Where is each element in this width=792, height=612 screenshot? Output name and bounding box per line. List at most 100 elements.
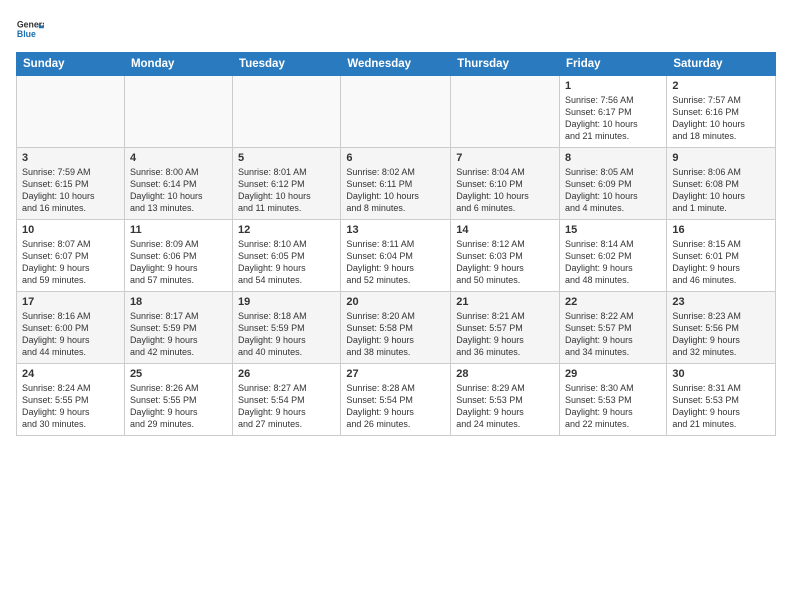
day-cell: 11 Sunrise: 8:09 AM Sunset: 6:06 PM Dayli…: [124, 220, 232, 292]
day-number: 4: [130, 152, 227, 164]
day-number: 7: [456, 152, 554, 164]
day-cell: [17, 76, 125, 148]
week-row-3: 10 Sunrise: 8:07 AM Sunset: 6:07 PM Dayli…: [17, 220, 776, 292]
day-cell: 23 Sunrise: 8:23 AM Sunset: 5:56 PM Dayli…: [667, 292, 776, 364]
day-info: Sunrise: 8:14 AM Sunset: 6:02 PM Dayligh…: [565, 238, 661, 287]
day-cell: 30 Sunrise: 8:31 AM Sunset: 5:53 PM Dayli…: [667, 364, 776, 436]
day-number: 25: [130, 368, 227, 380]
day-info: Sunrise: 8:06 AM Sunset: 6:08 PM Dayligh…: [672, 166, 770, 215]
logo-icon: General Blue: [16, 16, 44, 44]
day-info: Sunrise: 8:21 AM Sunset: 5:57 PM Dayligh…: [456, 310, 554, 359]
day-cell: 25 Sunrise: 8:26 AM Sunset: 5:55 PM Dayli…: [124, 364, 232, 436]
day-cell: 17Sunrise: 8:16 AM Sunset: 6:00 PM Dayli…: [17, 292, 125, 364]
day-number: 23: [672, 296, 770, 308]
day-cell: 19 Sunrise: 8:18 AM Sunset: 5:59 PM Dayli…: [233, 292, 341, 364]
day-number: 29: [565, 368, 661, 380]
day-cell: 21 Sunrise: 8:21 AM Sunset: 5:57 PM Dayli…: [451, 292, 560, 364]
day-info: Sunrise: 8:23 AM Sunset: 5:56 PM Dayligh…: [672, 310, 770, 359]
day-number: 5: [238, 152, 335, 164]
day-cell: [451, 76, 560, 148]
day-cell: 16 Sunrise: 8:15 AM Sunset: 6:01 PM Dayli…: [667, 220, 776, 292]
day-number: 17: [22, 296, 119, 308]
day-cell: 9 Sunrise: 8:06 AM Sunset: 6:08 PM Daylig…: [667, 148, 776, 220]
day-cell: 10 Sunrise: 8:07 AM Sunset: 6:07 PM Dayli…: [17, 220, 125, 292]
calendar-body: 1Sunrise: 7:56 AM Sunset: 6:17 PM Daylig…: [17, 76, 776, 436]
day-number: 14: [456, 224, 554, 236]
day-info: Sunrise: 7:56 AM Sunset: 6:17 PM Dayligh…: [565, 94, 661, 143]
day-cell: [124, 76, 232, 148]
day-number: 30: [672, 368, 770, 380]
day-info: Sunrise: 8:09 AM Sunset: 6:06 PM Dayligh…: [130, 238, 227, 287]
day-cell: 24 Sunrise: 8:24 AM Sunset: 5:55 PM Dayli…: [17, 364, 125, 436]
day-info: Sunrise: 8:31 AM Sunset: 5:53 PM Dayligh…: [672, 382, 770, 431]
logo: General Blue: [16, 16, 44, 44]
day-cell: [233, 76, 341, 148]
day-number: 13: [346, 224, 445, 236]
svg-text:Blue: Blue: [17, 29, 36, 39]
day-info: Sunrise: 8:24 AM Sunset: 5:55 PM Dayligh…: [22, 382, 119, 431]
week-row-5: 24 Sunrise: 8:24 AM Sunset: 5:55 PM Dayli…: [17, 364, 776, 436]
day-number: 19: [238, 296, 335, 308]
day-cell: 8 Sunrise: 8:05 AM Sunset: 6:09 PM Daylig…: [560, 148, 667, 220]
header-cell-friday: Friday: [560, 53, 667, 76]
day-info: Sunrise: 8:20 AM Sunset: 5:58 PM Dayligh…: [346, 310, 445, 359]
day-number: 11: [130, 224, 227, 236]
day-cell: 26 Sunrise: 8:27 AM Sunset: 5:54 PM Dayli…: [233, 364, 341, 436]
day-info: Sunrise: 8:17 AM Sunset: 5:59 PM Dayligh…: [130, 310, 227, 359]
day-cell: 6 Sunrise: 8:02 AM Sunset: 6:11 PM Daylig…: [341, 148, 451, 220]
day-info: Sunrise: 8:15 AM Sunset: 6:01 PM Dayligh…: [672, 238, 770, 287]
calendar-table: SundayMondayTuesdayWednesdayThursdayFrid…: [16, 52, 776, 436]
day-cell: 7 Sunrise: 8:04 AM Sunset: 6:10 PM Daylig…: [451, 148, 560, 220]
day-number: 3: [22, 152, 119, 164]
day-cell: 14 Sunrise: 8:12 AM Sunset: 6:03 PM Dayli…: [451, 220, 560, 292]
day-cell: 4Sunrise: 8:00 AM Sunset: 6:14 PM Daylig…: [124, 148, 232, 220]
day-number: 2: [672, 80, 770, 92]
day-number: 8: [565, 152, 661, 164]
day-cell: 20Sunrise: 8:20 AM Sunset: 5:58 PM Dayli…: [341, 292, 451, 364]
day-cell: 28 Sunrise: 8:29 AM Sunset: 5:53 PM Dayli…: [451, 364, 560, 436]
day-cell: 12Sunrise: 8:10 AM Sunset: 6:05 PM Dayli…: [233, 220, 341, 292]
day-info: Sunrise: 8:04 AM Sunset: 6:10 PM Dayligh…: [456, 166, 554, 215]
day-number: 15: [565, 224, 661, 236]
header-cell-saturday: Saturday: [667, 53, 776, 76]
week-row-4: 17Sunrise: 8:16 AM Sunset: 6:00 PM Dayli…: [17, 292, 776, 364]
day-info: Sunrise: 8:29 AM Sunset: 5:53 PM Dayligh…: [456, 382, 554, 431]
day-info: Sunrise: 8:18 AM Sunset: 5:59 PM Dayligh…: [238, 310, 335, 359]
day-cell: 3Sunrise: 7:59 AM Sunset: 6:15 PM Daylig…: [17, 148, 125, 220]
day-info: Sunrise: 8:01 AM Sunset: 6:12 PM Dayligh…: [238, 166, 335, 215]
page-header: General Blue: [16, 16, 776, 44]
day-number: 26: [238, 368, 335, 380]
header-cell-monday: Monday: [124, 53, 232, 76]
day-info: Sunrise: 8:26 AM Sunset: 5:55 PM Dayligh…: [130, 382, 227, 431]
day-info: Sunrise: 8:12 AM Sunset: 6:03 PM Dayligh…: [456, 238, 554, 287]
day-info: Sunrise: 8:02 AM Sunset: 6:11 PM Dayligh…: [346, 166, 445, 215]
day-cell: 29 Sunrise: 8:30 AM Sunset: 5:53 PM Dayli…: [560, 364, 667, 436]
day-info: Sunrise: 8:28 AM Sunset: 5:54 PM Dayligh…: [346, 382, 445, 431]
header-cell-tuesday: Tuesday: [233, 53, 341, 76]
header-cell-thursday: Thursday: [451, 53, 560, 76]
day-number: 10: [22, 224, 119, 236]
day-number: 21: [456, 296, 554, 308]
day-info: Sunrise: 8:07 AM Sunset: 6:07 PM Dayligh…: [22, 238, 119, 287]
day-number: 9: [672, 152, 770, 164]
day-info: Sunrise: 8:30 AM Sunset: 5:53 PM Dayligh…: [565, 382, 661, 431]
day-cell: 5 Sunrise: 8:01 AM Sunset: 6:12 PM Daylig…: [233, 148, 341, 220]
day-info: Sunrise: 8:05 AM Sunset: 6:09 PM Dayligh…: [565, 166, 661, 215]
week-row-1: 1Sunrise: 7:56 AM Sunset: 6:17 PM Daylig…: [17, 76, 776, 148]
day-cell: 15 Sunrise: 8:14 AM Sunset: 6:02 PM Dayli…: [560, 220, 667, 292]
day-cell: 2Sunrise: 7:57 AM Sunset: 6:16 PM Daylig…: [667, 76, 776, 148]
day-cell: 22 Sunrise: 8:22 AM Sunset: 5:57 PM Dayli…: [560, 292, 667, 364]
day-info: Sunrise: 8:10 AM Sunset: 6:05 PM Dayligh…: [238, 238, 335, 287]
day-number: 22: [565, 296, 661, 308]
day-cell: 13Sunrise: 8:11 AM Sunset: 6:04 PM Dayli…: [341, 220, 451, 292]
day-cell: 27Sunrise: 8:28 AM Sunset: 5:54 PM Dayli…: [341, 364, 451, 436]
day-info: Sunrise: 8:27 AM Sunset: 5:54 PM Dayligh…: [238, 382, 335, 431]
calendar-header: SundayMondayTuesdayWednesdayThursdayFrid…: [17, 53, 776, 76]
day-number: 28: [456, 368, 554, 380]
day-number: 6: [346, 152, 445, 164]
header-cell-sunday: Sunday: [17, 53, 125, 76]
day-info: Sunrise: 8:22 AM Sunset: 5:57 PM Dayligh…: [565, 310, 661, 359]
day-number: 18: [130, 296, 227, 308]
day-number: 24: [22, 368, 119, 380]
day-number: 16: [672, 224, 770, 236]
